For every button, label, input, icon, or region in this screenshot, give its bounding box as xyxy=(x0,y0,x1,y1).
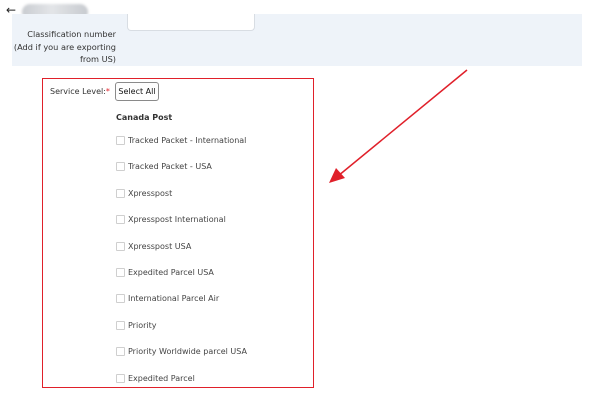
checkbox[interactable] xyxy=(116,347,125,356)
required-asterisk: * xyxy=(105,87,110,96)
service-option-expedited-parcel-usa[interactable]: Expedited Parcel USA xyxy=(116,267,214,278)
service-option-label: Priority xyxy=(128,321,157,330)
checkbox[interactable] xyxy=(116,242,125,251)
service-option-label: Priority Worldwide parcel USA xyxy=(128,347,247,356)
carrier-group-heading: Canada Post xyxy=(116,113,173,122)
service-option-label: Tracked Packet - International xyxy=(128,136,247,145)
service-option-label: Xpresspost xyxy=(128,189,173,198)
service-level-label: Service Level:* xyxy=(50,87,110,97)
checkbox[interactable] xyxy=(116,189,125,198)
service-option-label: Expedited Parcel xyxy=(128,374,195,383)
select-all-button[interactable]: Select All xyxy=(115,82,159,101)
service-option-tracked-packet-international[interactable]: Tracked Packet - International xyxy=(116,135,246,146)
service-option-xpresspost-usa[interactable]: Xpresspost USA xyxy=(116,241,191,252)
checkbox[interactable] xyxy=(116,374,125,383)
service-level-highlight-box xyxy=(42,78,314,388)
checkbox[interactable] xyxy=(116,294,125,303)
checkbox[interactable] xyxy=(116,136,125,145)
service-option-priority[interactable]: Priority xyxy=(116,320,156,331)
service-option-xpresspost[interactable]: Xpresspost xyxy=(116,188,172,199)
service-level-label-text: Service Level: xyxy=(50,87,106,96)
service-option-international-parcel-air[interactable]: International Parcel Air xyxy=(116,293,219,304)
classification-label-line-2: (Add if you are exporting xyxy=(13,41,116,52)
service-option-priority-worldwide-parcel-usa[interactable]: Priority Worldwide parcel USA xyxy=(116,346,247,357)
checkbox[interactable] xyxy=(116,162,125,171)
classification-label: Classification number (Add if you are ex… xyxy=(12,28,116,66)
service-option-label: Expedited Parcel USA xyxy=(128,268,214,277)
service-option-expedited-parcel[interactable]: Expedited Parcel xyxy=(116,373,195,384)
service-option-label: Xpresspost USA xyxy=(128,242,192,251)
service-option-label: Tracked Packet - USA xyxy=(128,162,212,171)
classification-panel: Classification number (Add if you are ex… xyxy=(12,14,582,66)
classification-number-input[interactable] xyxy=(127,14,255,31)
arrow-head-icon xyxy=(329,168,345,183)
classification-label-line-1: Classification number xyxy=(27,29,116,39)
service-option-tracked-packet-usa[interactable]: Tracked Packet - USA xyxy=(116,161,212,172)
service-option-label: International Parcel Air xyxy=(128,294,220,303)
classification-label-line-3: from US) xyxy=(79,54,116,64)
service-option-label: Xpresspost International xyxy=(128,215,226,224)
arrow-shaft xyxy=(337,69,468,177)
checkbox[interactable] xyxy=(116,215,125,224)
checkbox[interactable] xyxy=(116,268,125,277)
checkbox[interactable] xyxy=(116,321,125,330)
service-option-xpresspost-international[interactable]: Xpresspost International xyxy=(116,214,226,225)
